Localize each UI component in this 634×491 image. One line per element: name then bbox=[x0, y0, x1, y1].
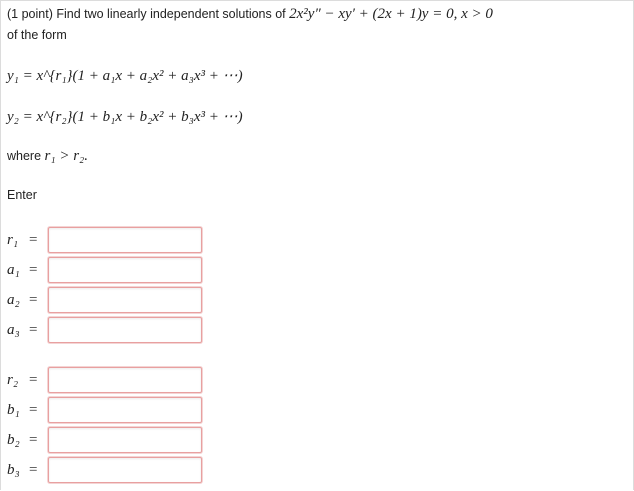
answer-label: b₁ = bbox=[7, 402, 43, 419]
b2-input[interactable] bbox=[48, 427, 202, 453]
answer-row-r1: r₁ = bbox=[7, 227, 207, 255]
equals-sign: = bbox=[29, 462, 38, 478]
ode-equation: 2x²y″ − xy′ + (2x + 1)y = 0, x > 0 bbox=[289, 6, 493, 22]
equals-sign: = bbox=[29, 372, 38, 388]
field-symbol: a₃ bbox=[7, 322, 20, 338]
answer-row-b2: b₂ = bbox=[7, 427, 207, 455]
y1-series-form: y₁ = x^{r₁}(1 + a₁x + a₂x² + a₃x³ + ⋯) bbox=[7, 68, 243, 84]
points-label: (1 point) bbox=[7, 7, 53, 21]
answer-label: b₃ = bbox=[7, 462, 43, 479]
answer-label: r₂ = bbox=[7, 372, 43, 389]
form-intro: of the form bbox=[7, 28, 67, 42]
problem-prompt: (1 point) Find two linearly independent … bbox=[7, 6, 493, 23]
enter-label: Enter bbox=[7, 188, 37, 202]
where-condition: r₁ > r₂. bbox=[44, 148, 89, 164]
b1-input[interactable] bbox=[48, 397, 202, 423]
answer-label: r₁ = bbox=[7, 232, 43, 249]
answer-label: b₂ = bbox=[7, 432, 43, 449]
equals-sign: = bbox=[29, 232, 38, 248]
a1-input[interactable] bbox=[48, 257, 202, 283]
field-symbol: r₁ bbox=[7, 232, 19, 248]
a3-input[interactable] bbox=[48, 317, 202, 343]
equals-sign: = bbox=[29, 292, 38, 308]
field-symbol: b₃ bbox=[7, 462, 20, 478]
equals-sign: = bbox=[29, 322, 38, 338]
b3-input[interactable] bbox=[48, 457, 202, 483]
equals-sign: = bbox=[29, 262, 38, 278]
equals-sign: = bbox=[29, 402, 38, 418]
field-symbol: a₂ bbox=[7, 292, 20, 308]
field-symbol: r₂ bbox=[7, 372, 19, 388]
where-text: where bbox=[7, 149, 42, 163]
answer-row-a1: a₁ = bbox=[7, 257, 207, 285]
r2-input[interactable] bbox=[48, 367, 202, 393]
answer-row-b3: b₃ = bbox=[7, 457, 207, 485]
answer-label: a₂ = bbox=[7, 292, 43, 309]
equals-sign: = bbox=[29, 432, 38, 448]
r1-input[interactable] bbox=[48, 227, 202, 253]
field-symbol: b₂ bbox=[7, 432, 20, 448]
answer-label: a₁ = bbox=[7, 262, 43, 279]
field-symbol: b₁ bbox=[7, 402, 20, 418]
where-clause: where r₁ > r₂. bbox=[7, 148, 88, 165]
answer-row-a2: a₂ = bbox=[7, 287, 207, 315]
y2-series-form: y₂ = x^{r₂}(1 + b₁x + b₂x² + b₃x³ + ⋯) bbox=[7, 109, 243, 125]
answer-row-b1: b₁ = bbox=[7, 397, 207, 425]
field-symbol: a₁ bbox=[7, 262, 20, 278]
answer-row-r2: r₂ = bbox=[7, 367, 207, 395]
answer-row-a3: a₃ = bbox=[7, 317, 207, 345]
answer-label: a₃ = bbox=[7, 322, 43, 339]
prompt-text: Find two linearly independent solutions … bbox=[56, 7, 286, 21]
a2-input[interactable] bbox=[48, 287, 202, 313]
